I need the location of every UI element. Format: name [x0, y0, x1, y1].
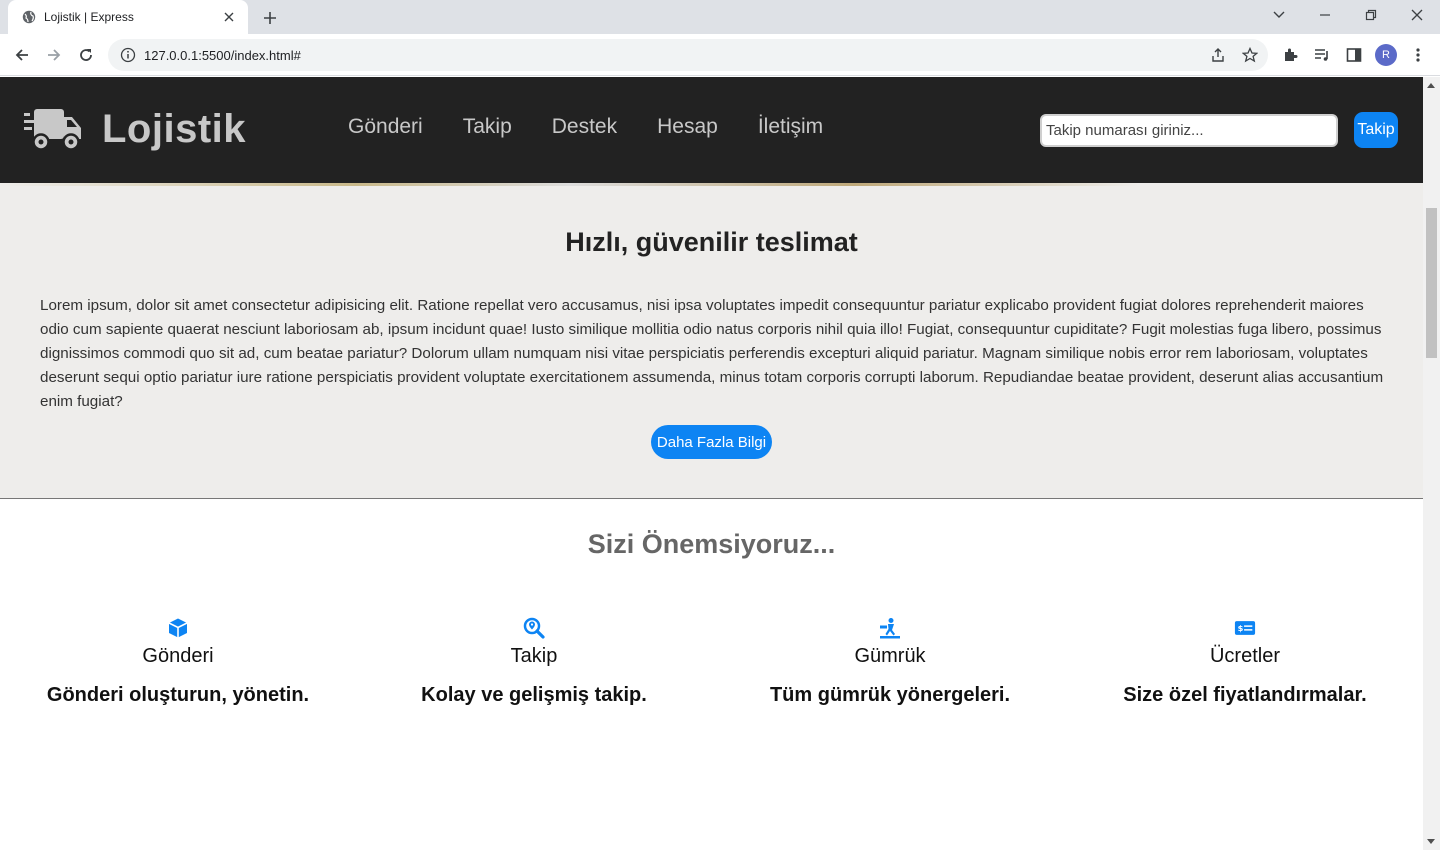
track-button[interactable]: Takip	[1354, 112, 1398, 148]
feature-name: Gönderi	[142, 645, 214, 667]
browser-toolbar: 127.0.0.1:5500/index.html# R	[0, 34, 1440, 76]
page-viewport: Lojistik Gönderi Takip Destek Hesap İlet…	[0, 77, 1423, 850]
feature-desc: Gönderi oluşturun, yönetin.	[46, 684, 310, 706]
minimize-icon[interactable]	[1302, 0, 1348, 30]
browser-menu-icon[interactable]	[1408, 45, 1428, 65]
browser-tabstrip: Lojistik | Express	[0, 0, 1440, 34]
feature-desc: Kolay ve gelişmiş takip.	[421, 684, 647, 706]
feature-name: Ücretler	[1209, 645, 1280, 667]
main-nav: Gönderi Takip Destek Hesap İletişim	[348, 115, 863, 139]
svg-text:$: $	[1238, 623, 1244, 633]
site-navbar: Lojistik Gönderi Takip Destek Hesap İlet…	[0, 77, 1423, 183]
tab-title: Lojistik | Express	[44, 10, 134, 24]
truck-icon	[24, 105, 82, 153]
browser-tab[interactable]: Lojistik | Express	[8, 0, 248, 34]
new-tab-icon[interactable]	[258, 6, 282, 30]
feature-desc: Size özel fiyatlandırmalar.	[1123, 684, 1367, 706]
tab-close-icon[interactable]	[220, 8, 238, 26]
hero-title: Hızlı, güvenilir teslimat	[565, 227, 858, 257]
side-panel-icon[interactable]	[1344, 45, 1364, 65]
forward-arrow-icon[interactable]	[40, 41, 68, 69]
globe-icon	[22, 10, 36, 24]
feature-desc: Tüm gümrük yönergeleri.	[769, 684, 1011, 706]
feature-ucretler: $ Ücretler Size özel fiyatlandırmalar.	[1067, 617, 1423, 707]
hero-image-edge	[0, 183, 1423, 186]
scrollbar-thumb[interactable]	[1426, 208, 1437, 358]
hero-section: Hızlı, güvenilir teslimat Lorem ipsum, d…	[0, 183, 1423, 499]
nav-link-hesap[interactable]: Hesap	[657, 115, 718, 139]
profile-avatar[interactable]: R	[1375, 44, 1397, 66]
features-title: Sizi Önemsiyoruz...	[587, 529, 836, 559]
reload-icon[interactable]	[72, 41, 100, 69]
feature-name: Takip	[510, 645, 558, 667]
media-queue-icon[interactable]	[1312, 45, 1332, 65]
tracking-number-input[interactable]	[1040, 114, 1338, 147]
nav-link-iletisim[interactable]: İletişim	[758, 115, 823, 139]
extensions-icon[interactable]	[1280, 45, 1300, 65]
restore-icon[interactable]	[1348, 0, 1394, 30]
brand-name: Lojistik	[102, 106, 247, 151]
back-arrow-icon[interactable]	[8, 41, 36, 69]
box-icon	[167, 617, 189, 639]
brand[interactable]: Lojistik	[24, 105, 246, 153]
address-bar[interactable]: 127.0.0.1:5500/index.html#	[108, 39, 1268, 71]
url-text: 127.0.0.1:5500/index.html#	[144, 47, 301, 63]
money-card-icon: $	[1234, 617, 1256, 639]
search-location-icon	[523, 617, 545, 639]
hero-body: Lorem ipsum, dolor sit amet consectetur …	[40, 297, 1384, 410]
site-info-icon[interactable]	[120, 47, 136, 63]
feature-gumruk: Gümrük Tüm gümrük yönergeleri.	[712, 617, 1068, 707]
nav-link-destek[interactable]: Destek	[552, 115, 617, 139]
tab-search-icon[interactable]	[1256, 0, 1302, 30]
customs-icon	[879, 617, 901, 639]
more-info-button[interactable]: Daha Fazla Bilgi	[651, 425, 772, 459]
scroll-down-arrow-icon[interactable]	[1427, 839, 1435, 844]
share-icon[interactable]	[1209, 46, 1227, 64]
feature-name: Gümrük	[854, 645, 926, 667]
nav-link-takip[interactable]: Takip	[463, 115, 512, 139]
scroll-up-arrow-icon[interactable]	[1427, 83, 1435, 88]
feature-gonderi: Gönderi Gönderi oluşturun, yönetin.	[0, 617, 356, 707]
nav-link-gonderi[interactable]: Gönderi	[348, 115, 423, 139]
page-scrollbar[interactable]	[1423, 77, 1440, 850]
feature-takip: Takip Kolay ve gelişmiş takip.	[356, 617, 712, 707]
close-window-icon[interactable]	[1394, 0, 1440, 30]
bookmark-star-icon[interactable]	[1241, 46, 1259, 64]
